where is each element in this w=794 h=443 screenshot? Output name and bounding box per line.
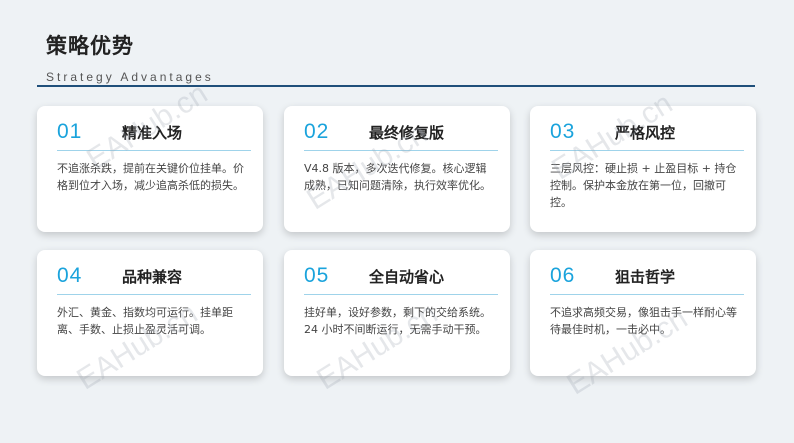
card-divider <box>550 294 744 295</box>
advantage-card-4: 04 品种兼容 外汇、黄金、指数均可运行。挂单距离、手数、止损止盈灵活可调。 <box>37 250 263 376</box>
card-title: 狙击哲学 <box>615 268 676 286</box>
card-number: 04 <box>57 264 83 287</box>
advantage-card-2: 02 最终修复版 V4.8 版本，多次迭代修复。核心逻辑成熟，已知问题清除，执行… <box>284 106 510 232</box>
advantage-card-5: 05 全自动省心 挂好单，设好参数，剩下的交给系统。24 小时不间断运行，无需手… <box>284 250 510 376</box>
card-description: 挂好单，设好参数，剩下的交给系统。24 小时不间断运行，无需手动干预。 <box>304 306 491 336</box>
advantage-card-1: 01 精准入场 不追涨杀跌，提前在关键价位挂单。价格到位才入场，减少追高杀低的损… <box>37 106 263 232</box>
card-number: 06 <box>550 264 576 287</box>
card-description: V4.8 版本，多次迭代修复。核心逻辑成熟，已知问题清除，执行效率优化。 <box>304 162 491 192</box>
card-description: 不追涨杀跌，提前在关键价位挂单。价格到位才入场，减少追高杀低的损失。 <box>57 162 244 192</box>
header: 策略优势 Strategy Advantages <box>46 30 214 84</box>
card-description: 三层风控：硬止损 + 止盈目标 + 持仓控制。保护本金放在第一位，回撤可控。 <box>550 162 737 209</box>
card-divider <box>57 294 251 295</box>
advantage-card-6: 06 狙击哲学 不追求高频交易，像狙击手一样耐心等待最佳时机，一击必中。 <box>530 250 756 376</box>
card-number: 01 <box>57 120 83 143</box>
card-title: 品种兼容 <box>122 268 183 286</box>
page-subtitle: Strategy Advantages <box>46 70 214 84</box>
card-description: 不追求高频交易，像狙击手一样耐心等待最佳时机，一击必中。 <box>550 306 737 336</box>
card-title: 全自动省心 <box>369 268 445 286</box>
card-divider <box>304 294 498 295</box>
header-divider <box>37 85 755 87</box>
card-number: 05 <box>304 264 330 287</box>
card-title: 精准入场 <box>122 124 183 142</box>
card-divider <box>57 150 251 151</box>
card-number: 03 <box>550 120 576 143</box>
card-number: 02 <box>304 120 330 143</box>
advantage-card-3: 03 严格风控 三层风控：硬止损 + 止盈目标 + 持仓控制。保护本金放在第一位… <box>530 106 756 232</box>
card-divider <box>550 150 744 151</box>
card-divider <box>304 150 498 151</box>
card-title: 严格风控 <box>615 124 676 142</box>
card-description: 外汇、黄金、指数均可运行。挂单距离、手数、止损止盈灵活可调。 <box>57 306 233 336</box>
card-title: 最终修复版 <box>369 124 445 142</box>
page-title: 策略优势 <box>46 33 134 58</box>
